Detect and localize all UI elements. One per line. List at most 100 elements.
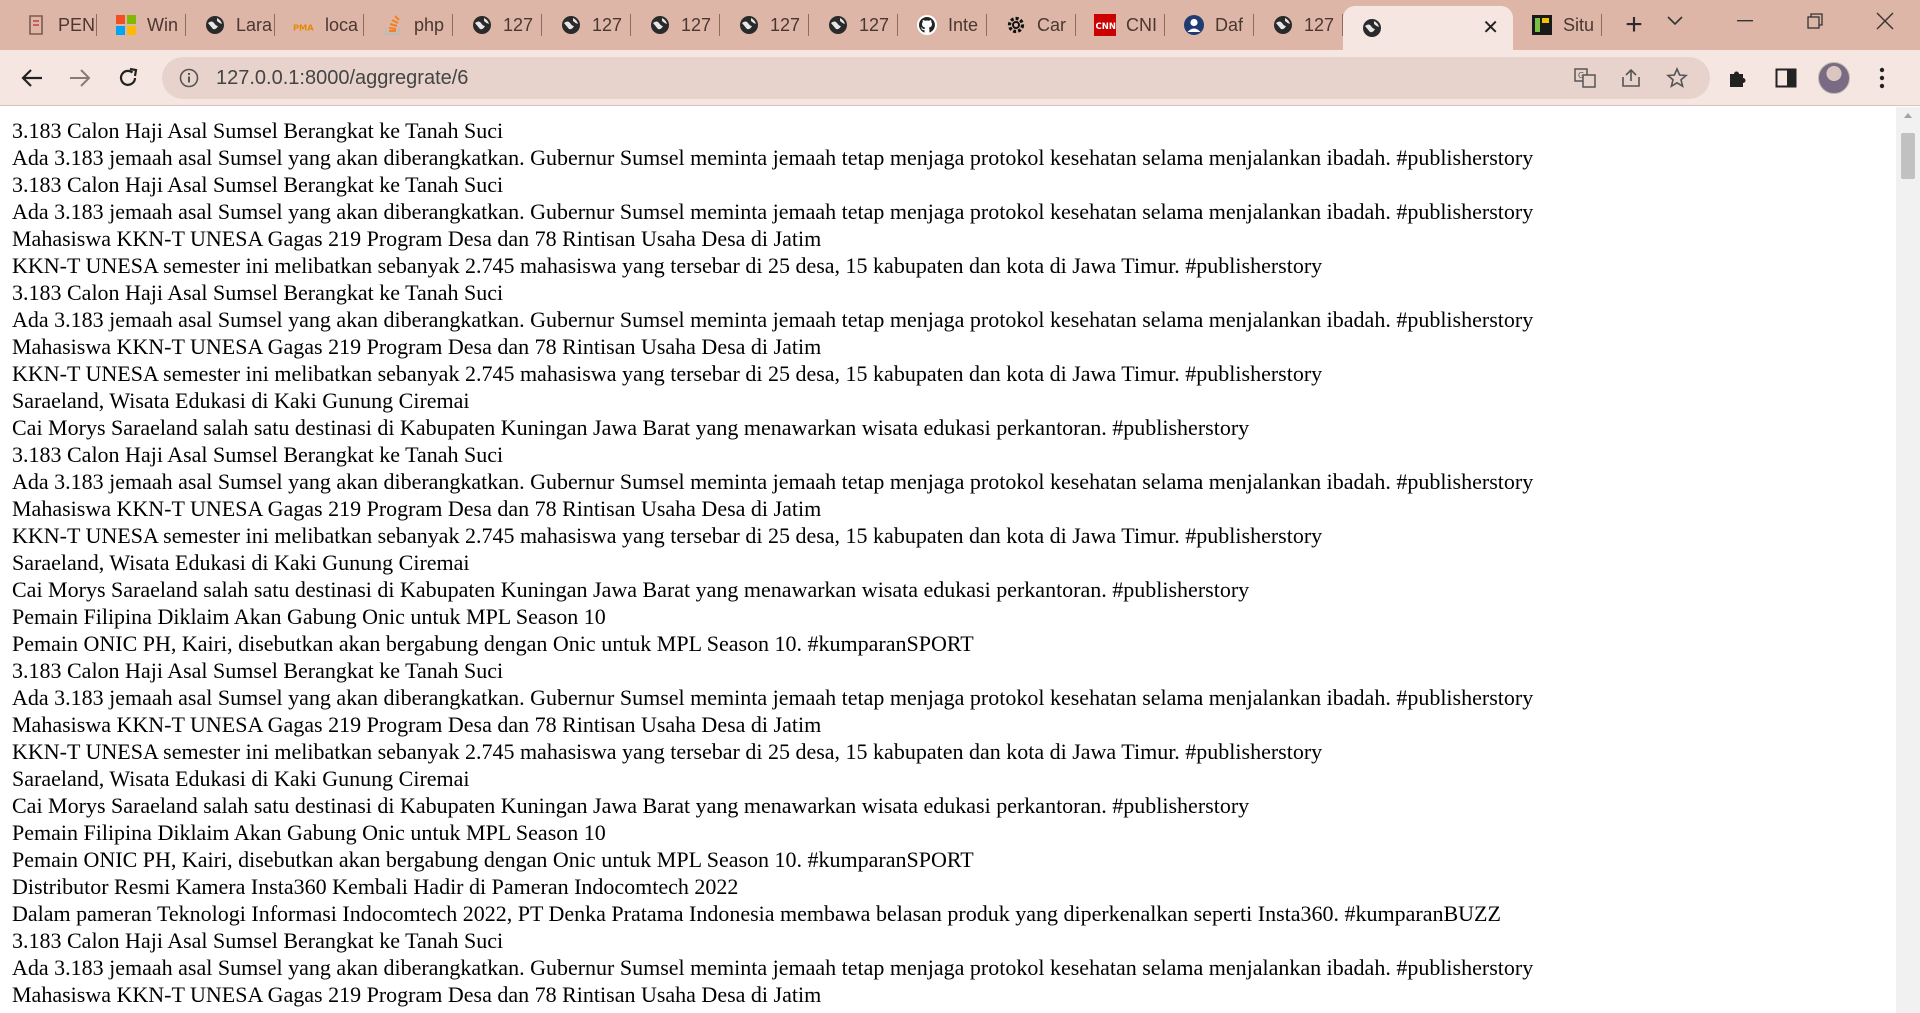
browser-tab[interactable]: PEN bbox=[8, 0, 97, 50]
browser-tab[interactable]: 127 bbox=[453, 0, 542, 50]
close-window-button[interactable] bbox=[1850, 0, 1920, 42]
address-bar[interactable]: 127.0.0.1:8000/aggregrate/6 G bbox=[162, 57, 1710, 99]
globe-icon bbox=[204, 14, 226, 36]
tab-list: PEN Win Lara PMA loca php 127 127 127 127 127 Inte C… bbox=[0, 0, 1656, 50]
menu-kebab-icon[interactable] bbox=[1858, 58, 1906, 98]
browser-tab[interactable]: 127 bbox=[542, 0, 631, 50]
page-viewport: 3.183 Calon Haji Asal Sumsel Berangkat k… bbox=[0, 107, 1896, 1013]
window-controls bbox=[1640, 0, 1920, 42]
share-icon[interactable] bbox=[1608, 57, 1654, 99]
tab-title: 127 bbox=[1304, 14, 1335, 35]
tab-title: 127 bbox=[770, 14, 801, 35]
active-tab[interactable]: ✕ bbox=[1343, 6, 1513, 50]
tab-title: 127 bbox=[681, 14, 712, 35]
restore-button[interactable] bbox=[1780, 0, 1850, 42]
minimize-button[interactable] bbox=[1710, 0, 1780, 42]
article-description: Cai Morys Saraeland salah satu destinasi… bbox=[12, 415, 1250, 440]
article-title: Mahasiswa KKN-T UNESA Gagas 219 Program … bbox=[12, 982, 822, 1007]
side-panel-icon[interactable] bbox=[1762, 58, 1810, 98]
svg-text:G: G bbox=[1578, 71, 1584, 80]
tab-title: 127 bbox=[859, 14, 890, 35]
browser-tab[interactable]: Lara bbox=[186, 0, 275, 50]
globe-icon bbox=[827, 14, 849, 36]
globe-icon bbox=[471, 14, 493, 36]
article-title: Saraeland, Wisata Edukasi di Kaki Gunung… bbox=[12, 388, 470, 413]
translate-icon[interactable]: G bbox=[1562, 57, 1608, 99]
article-title: Mahasiswa KKN-T UNESA Gagas 219 Program … bbox=[12, 334, 822, 359]
back-button[interactable] bbox=[12, 58, 52, 98]
globe-icon bbox=[738, 14, 760, 36]
browser-tab[interactable]: php bbox=[364, 0, 453, 50]
close-tab-icon[interactable]: ✕ bbox=[1482, 18, 1499, 38]
article-title: Saraeland, Wisata Edukasi di Kaki Gunung… bbox=[12, 766, 470, 791]
browser-tab[interactable]: PMA loca bbox=[275, 0, 364, 50]
article-description: Cai Morys Saraeland salah satu destinasi… bbox=[12, 577, 1250, 602]
site-info-icon[interactable] bbox=[178, 67, 200, 89]
browser-tab[interactable]: 127 bbox=[631, 0, 720, 50]
browser-tab[interactable]: 127 bbox=[1254, 0, 1343, 50]
svg-text:CNN: CNN bbox=[1096, 22, 1116, 32]
toolbar-actions bbox=[1714, 58, 1906, 98]
article-description: Ada 3.183 jemaah asal Sumsel yang akan d… bbox=[12, 955, 1534, 980]
tab-title: Situ bbox=[1563, 14, 1595, 35]
tab-strip: PEN Win Lara PMA loca php 127 127 127 127 127 Inte C… bbox=[0, 0, 1920, 50]
tab-title: php bbox=[414, 14, 445, 35]
browser-tab[interactable]: 127 bbox=[720, 0, 809, 50]
article-title: 3.183 Calon Haji Asal Sumsel Berangkat k… bbox=[12, 928, 504, 953]
avatar bbox=[1818, 62, 1850, 94]
article-description: Ada 3.183 jemaah asal Sumsel yang akan d… bbox=[12, 307, 1534, 332]
article-description: KKN-T UNESA semester ini melibatkan seba… bbox=[12, 361, 1323, 386]
globe-icon bbox=[560, 14, 582, 36]
globe-icon bbox=[1361, 17, 1383, 39]
browser-tab[interactable]: Situ bbox=[1513, 0, 1602, 50]
reload-button[interactable] bbox=[108, 58, 148, 98]
page-content: 3.183 Calon Haji Asal Sumsel Berangkat k… bbox=[0, 107, 1896, 1013]
article-description: Pemain ONIC PH, Kairi, disebutkan akan b… bbox=[12, 631, 974, 656]
vertical-scrollbar[interactable] bbox=[1896, 107, 1920, 1013]
tab-title: Lara bbox=[236, 14, 273, 35]
windows-icon bbox=[115, 14, 137, 36]
address-bar-actions: G bbox=[1562, 57, 1700, 99]
globe-icon bbox=[1272, 14, 1294, 36]
forward-button[interactable] bbox=[60, 58, 100, 98]
scroll-up-arrow-icon[interactable] bbox=[1896, 111, 1920, 125]
tab-title: CNI bbox=[1126, 14, 1157, 35]
browser-tab[interactable]: Inte bbox=[898, 0, 987, 50]
article-title: 3.183 Calon Haji Asal Sumsel Berangkat k… bbox=[12, 442, 504, 467]
browser-tab[interactable]: 127 bbox=[809, 0, 898, 50]
browser-toolbar: 127.0.0.1:8000/aggregrate/6 G bbox=[0, 50, 1920, 106]
extensions-puzzle-icon[interactable] bbox=[1714, 58, 1762, 98]
bookmark-star-icon[interactable] bbox=[1654, 57, 1700, 99]
book-icon bbox=[26, 14, 48, 36]
profile-avatar[interactable] bbox=[1810, 58, 1858, 98]
url-text[interactable]: 127.0.0.1:8000/aggregrate/6 bbox=[216, 67, 468, 90]
site-icon bbox=[1531, 14, 1553, 36]
article-title: 3.183 Calon Haji Asal Sumsel Berangkat k… bbox=[12, 658, 504, 683]
browser-tab[interactable]: CNN CNI bbox=[1076, 0, 1165, 50]
article-title: Pemain Filipina Diklaim Akan Gabung Onic… bbox=[12, 604, 606, 629]
browser-tab[interactable]: Daf bbox=[1165, 0, 1254, 50]
article-description: KKN-T UNESA semester ini melibatkan seba… bbox=[12, 523, 1323, 548]
article-description: Ada 3.183 jemaah asal Sumsel yang akan d… bbox=[12, 145, 1534, 170]
tab-title: Win bbox=[147, 14, 178, 35]
stackoverflow-icon bbox=[382, 14, 404, 36]
article-description: Dalam pameran Teknologi Informasi Indoco… bbox=[12, 901, 1501, 926]
svg-text:PMA: PMA bbox=[293, 23, 314, 33]
article-title: Distributor Resmi Kamera Insta360 Kembal… bbox=[12, 874, 739, 899]
browser-tab[interactable]: Win bbox=[97, 0, 186, 50]
article-description: Pemain ONIC PH, Kairi, disebutkan akan b… bbox=[12, 847, 974, 872]
article-description: Ada 3.183 jemaah asal Sumsel yang akan d… bbox=[12, 199, 1534, 224]
person-icon bbox=[1183, 14, 1205, 36]
article-title: Mahasiswa KKN-T UNESA Gagas 219 Program … bbox=[12, 712, 822, 737]
cnn-icon: CNN bbox=[1094, 14, 1116, 36]
article-title: 3.183 Calon Haji Asal Sumsel Berangkat k… bbox=[12, 172, 504, 197]
scrollbar-thumb[interactable] bbox=[1901, 133, 1915, 179]
globe-icon bbox=[649, 14, 671, 36]
article-description: KKN-T UNESA semester ini melibatkan seba… bbox=[12, 253, 1323, 278]
article-title: Mahasiswa KKN-T UNESA Gagas 219 Program … bbox=[12, 226, 822, 251]
article-description: Cai Morys Saraeland salah satu destinasi… bbox=[12, 793, 1250, 818]
browser-tab[interactable]: Car bbox=[987, 0, 1076, 50]
article-title: Saraeland, Wisata Edukasi di Kaki Gunung… bbox=[12, 550, 470, 575]
tab-search-chevron-icon[interactable] bbox=[1640, 0, 1710, 42]
article-description: Ada 3.183 jemaah asal Sumsel yang akan d… bbox=[12, 469, 1534, 494]
